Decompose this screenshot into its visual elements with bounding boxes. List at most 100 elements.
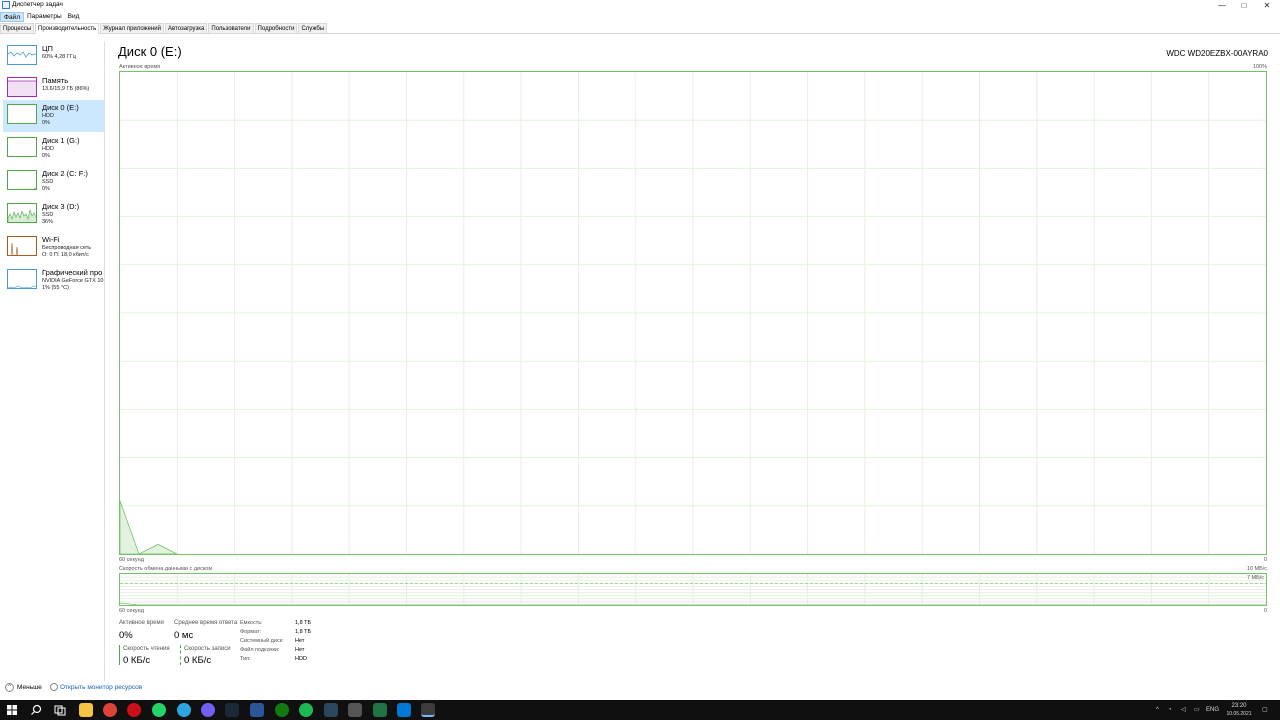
whatsapp-icon[interactable]	[152, 703, 166, 717]
language-indicator[interactable]: ENG	[1206, 700, 1219, 720]
chart-seconds-label: 60 секунд	[119, 557, 144, 563]
transfer-max-label: 10 МБ/с	[1246, 566, 1267, 572]
active-time-chart	[119, 71, 1267, 555]
disk-2-thumbnail-graph	[7, 170, 37, 190]
sidebar-item-adapter: Беспроводная сеть	[42, 245, 92, 251]
active-time-stat-value: 0%	[119, 630, 133, 641]
spotify-icon[interactable]	[299, 703, 313, 717]
transfer-mid-label: 7 МБ/с	[1246, 575, 1264, 581]
sidebar-item-cpu[interactable]: ЦП 60% 4,28 ГГц	[3, 41, 104, 73]
write-rate-value: 0 КБ/с	[184, 655, 212, 666]
avg-response-label: Среднее время ответа	[174, 620, 238, 626]
sidebar-item-type: HDD	[42, 146, 54, 152]
clock-date[interactable]: 10.05.2021	[1223, 704, 1255, 720]
wifi-thumbnail-graph	[7, 236, 37, 256]
tab-users[interactable]: Пользователи	[208, 23, 254, 33]
file-explorer-icon[interactable]	[79, 703, 93, 717]
viber-icon[interactable]	[201, 703, 215, 717]
system-disk-value: Нет	[295, 638, 305, 644]
tab-performance[interactable]: Производительность	[35, 23, 100, 34]
sidebar-item-label: Память	[42, 76, 69, 85]
read-rate-marker	[119, 645, 120, 665]
sidebar-item-wifi[interactable]: Wi-Fi Беспроводная сеть О: 0 П: 18,0 кби…	[3, 232, 104, 264]
type-label: Тип:	[240, 656, 251, 662]
task-view-icon[interactable]	[53, 703, 67, 717]
window-title: Диспетчер задач	[12, 1, 63, 8]
xbox-icon[interactable]	[275, 703, 289, 717]
settings-icon[interactable]	[348, 703, 362, 717]
memory-thumbnail-graph	[7, 77, 37, 97]
sidebar-item-label: Диск 3 (D:)	[42, 202, 80, 211]
transfer-chart-label: Скорость обмена данными с диском	[119, 566, 213, 572]
format-value: 1,8 ТБ	[295, 629, 312, 635]
sidebar-item-usage: 36%	[42, 219, 54, 225]
cpu-thumbnail-graph	[7, 45, 37, 65]
close-button[interactable]: ✕	[1256, 0, 1278, 11]
sidebar-item-label: ЦП	[42, 44, 53, 53]
footer: ^ Меньше Открыть монитор ресурсов	[0, 682, 1280, 694]
disk-1-thumbnail-graph	[7, 137, 37, 157]
system-disk-label: Системный диск:	[240, 638, 284, 644]
sidebar-item-disk-3[interactable]: Диск 3 (D:) SSD 36%	[3, 199, 104, 231]
opera-icon[interactable]	[127, 703, 141, 717]
transfer-rate-chart: 7 МБ/с	[119, 573, 1267, 606]
task-manager-window: Диспетчер задач — □ ✕ Файл Параметры Вид…	[0, 0, 1280, 720]
page-file-label: Файл подкачки:	[240, 647, 280, 653]
tab-services[interactable]: Службы	[298, 23, 328, 33]
excel-icon[interactable]	[373, 703, 387, 717]
tab-processes[interactable]: Процессы	[0, 23, 35, 33]
menu-options[interactable]: Параметры	[24, 12, 65, 22]
network-icon[interactable]: ◔	[1168, 700, 1172, 720]
chevron-up-icon[interactable]: ^	[5, 683, 14, 692]
sidebar-item-gpu[interactable]: Графический про NVIDIA GeForce GTX 10 1%…	[3, 265, 104, 297]
sidebar-item-type: SSD	[42, 212, 54, 218]
telegram-icon[interactable]	[177, 703, 191, 717]
steam-2-icon[interactable]	[324, 703, 338, 717]
menu-view[interactable]: Вид	[65, 12, 83, 22]
tab-bar: Процессы Производительность Журнал прило…	[0, 23, 1280, 34]
disk-0-thumbnail-graph	[7, 104, 37, 124]
notifications-icon[interactable]: ▢	[1262, 700, 1268, 720]
transfer-zero-label: 0	[1263, 608, 1267, 614]
windows-start-icon[interactable]	[5, 703, 19, 717]
tab-app-history[interactable]: Журнал приложений	[100, 23, 164, 33]
chrome-icon[interactable]	[103, 703, 117, 717]
sidebar-item-usage: 0%	[42, 186, 50, 192]
tray-chevron-icon[interactable]: ^	[1156, 700, 1159, 720]
steam-icon[interactable]	[225, 703, 239, 717]
fewer-details-link[interactable]: Меньше	[17, 684, 42, 691]
search-icon[interactable]	[29, 703, 43, 717]
page-title: Диск 0 (E:)	[118, 44, 182, 59]
sidebar-item-usage: 0%	[42, 120, 50, 126]
battery-icon[interactable]: ▭	[1194, 700, 1200, 720]
minimize-button[interactable]: —	[1211, 0, 1233, 11]
sidebar-item-disk-1[interactable]: Диск 1 (G:) HDD 0%	[3, 133, 104, 165]
sidebar-item-gpu-model: NVIDIA GeForce GTX 10	[42, 278, 104, 284]
open-resource-monitor-link[interactable]: Открыть монитор ресурсов	[60, 684, 142, 691]
sidebar-item-detail: 60% 4,28 ГГц	[42, 54, 76, 60]
performance-sidebar: ЦП 60% 4,28 ГГц Память 13,6/15,9 ГБ (86%…	[0, 41, 105, 681]
active-time-chart-svg	[120, 72, 1266, 554]
tab-details[interactable]: Подробности	[254, 23, 298, 33]
menu-file[interactable]: Файл	[0, 12, 24, 22]
sidebar-item-label: Диск 1 (G:)	[42, 136, 80, 145]
word-icon[interactable]	[250, 703, 264, 717]
task-manager-taskbar-icon[interactable]	[421, 703, 435, 717]
format-label: Формат:	[240, 629, 262, 635]
capacity-label: Емкость:	[240, 620, 263, 626]
disk-3-thumbnail-graph	[7, 203, 37, 223]
resource-monitor-icon	[50, 683, 58, 691]
menu-bar: Файл Параметры Вид	[0, 12, 82, 22]
mail-icon[interactable]	[397, 703, 411, 717]
type-value: HDD	[295, 656, 307, 662]
tab-startup[interactable]: Автозагрузка	[164, 23, 208, 33]
sidebar-item-disk-2[interactable]: Диск 2 (C: F:) SSD 0%	[3, 166, 104, 198]
read-rate-value: 0 КБ/с	[123, 655, 151, 666]
sidebar-item-throughput: О: 0 П: 18,0 кбит/с	[42, 252, 89, 258]
transfer-rate-chart-svg	[120, 574, 1266, 605]
sidebar-item-usage: 0%	[42, 153, 50, 159]
volume-icon[interactable]: ◁	[1181, 700, 1186, 720]
sidebar-item-disk-0[interactable]: Диск 0 (E:) HDD 0%	[3, 100, 104, 132]
maximize-button[interactable]: □	[1233, 0, 1255, 11]
sidebar-item-label: Графический про	[42, 268, 103, 277]
